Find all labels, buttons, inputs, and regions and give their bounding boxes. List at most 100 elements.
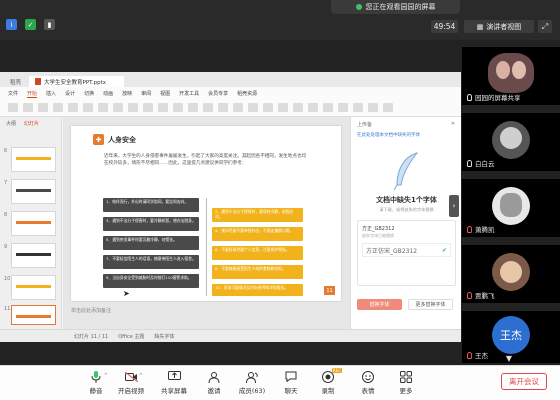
meeting-timer: 49:54 [431, 20, 458, 33]
view-mode-button[interactable]: ▦ 演讲者视图 [464, 20, 534, 33]
tool-icon[interactable] [293, 103, 303, 112]
tool-icon[interactable] [128, 103, 138, 112]
tab-outline[interactable]: 大纲 [6, 120, 16, 127]
slide-thumbnail[interactable]: 10 [4, 275, 56, 300]
menu-item[interactable]: 开始 [27, 90, 38, 98]
microphone-icon [467, 93, 472, 101]
slide-thumbnail-selected[interactable]: 11 [4, 305, 56, 325]
participant-tile[interactable]: 白白云 [462, 113, 560, 171]
tool-icon[interactable] [323, 103, 333, 112]
menu-item[interactable]: 动画 [103, 90, 113, 98]
tool-icon[interactable] [173, 103, 183, 112]
replace-font-button[interactable]: 替换字体 [357, 299, 402, 310]
participant-label: 贾鹏飞 [467, 290, 495, 300]
font-preview[interactable]: 方正仿宋_GB2312 ✔ [362, 243, 451, 257]
microphone-muted-icon [467, 351, 472, 359]
tool-icon[interactable] [278, 103, 288, 112]
leave-meeting-button[interactable]: 离开会议 [501, 373, 547, 390]
participant-tile[interactable]: 萧腾凯 [462, 179, 560, 237]
tab-document[interactable]: 大学生安全教育PPT.pptx [29, 76, 125, 87]
tool-icon[interactable] [98, 103, 108, 112]
tool-icon[interactable] [233, 103, 243, 112]
participant-tile[interactable]: 贾鹏飞 [462, 245, 560, 303]
menu-item[interactable]: 稻壳资源 [237, 90, 257, 98]
toolbar-label: 开启视频 [118, 387, 144, 395]
info-icon[interactable]: i [6, 19, 17, 30]
emoji-button[interactable]: 表情 [351, 370, 385, 398]
tool-icon[interactable] [83, 103, 93, 112]
tool-icon[interactable] [308, 103, 318, 112]
toolbar-label: 静音 [89, 387, 103, 395]
status-bar: 幻灯片 11 / 11 Office 主题 缺失字体 [0, 329, 461, 342]
more-fonts-button[interactable]: 更多替换字体 [408, 299, 453, 310]
tool-icon[interactable] [8, 103, 18, 112]
microphone-muted-icon [467, 225, 472, 233]
signal-icon[interactable]: ▮ [44, 19, 55, 30]
shield-icon[interactable]: ✓ [25, 19, 36, 30]
tool-icon[interactable] [38, 103, 48, 112]
menu-item[interactable]: 切换 [84, 90, 94, 98]
menu-item[interactable]: 会员专享 [208, 90, 228, 98]
menu-item[interactable]: 开发工具 [179, 90, 199, 98]
invite-button[interactable]: 邀请 [197, 370, 231, 398]
menu-item[interactable]: 文件 [8, 90, 18, 98]
tool-icon[interactable] [383, 103, 393, 112]
chevron-up-icon[interactable]: ^ [139, 373, 143, 379]
participant-tile[interactable]: 园园的屏幕共享 [462, 47, 560, 105]
tab-home[interactable]: 稻壳 [4, 76, 27, 87]
tool-icon[interactable] [368, 103, 378, 112]
tool-icon[interactable] [113, 103, 123, 112]
tool-icon[interactable] [338, 103, 348, 112]
thumb-tabs: 大纲 幻灯片 [0, 117, 61, 130]
fullscreen-icon[interactable]: ⤢ [538, 20, 552, 33]
tool-icon[interactable] [218, 103, 228, 112]
tip-card-right: 4、夜间尽量不要单独外出，不要走偏僻小路。 [212, 227, 303, 241]
chevron-down-icon[interactable]: ▼ [500, 354, 518, 364]
thumb-content [16, 285, 51, 288]
notes-placeholder[interactable]: 单击此处添加备注 [71, 307, 111, 314]
tool-icon[interactable] [353, 103, 363, 112]
slide[interactable]: ✚ 人身安全 近年来，大学生的人身侵害事件屡屡发生，引起了大家的高度关注。其起因… [71, 126, 341, 301]
menu-item[interactable]: 放映 [122, 90, 132, 98]
more-button[interactable]: 更多 [389, 370, 423, 398]
video-button[interactable]: ^ 开启视频 [114, 370, 148, 398]
tip-card-right: 10、发现可疑情况及时向老师和学校报告。 [212, 284, 303, 296]
menu-item[interactable]: 设计 [65, 90, 75, 98]
tool-icon[interactable] [53, 103, 63, 112]
tool-icon[interactable] [143, 103, 153, 112]
font-description: 缺失字体已被替换 [362, 233, 394, 238]
menu-item[interactable]: 插入 [46, 90, 56, 98]
tool-icon[interactable] [188, 103, 198, 112]
tip-card-right: 8、不要随意接受陌生人给的食物和饮料。 [212, 265, 303, 279]
close-icon[interactable]: ✕ [451, 121, 455, 128]
record-button[interactable]: REC 录制 [311, 368, 345, 398]
thumb-content [16, 315, 51, 318]
mute-button[interactable]: ^ 静音 [79, 370, 113, 398]
slide-thumbnail[interactable]: 7 [4, 179, 56, 204]
slide-thumbnail[interactable]: 9 [4, 243, 56, 268]
slide-thumbnail[interactable]: 8 [4, 211, 56, 236]
tool-icon[interactable] [68, 103, 78, 112]
tool-icon[interactable] [248, 103, 258, 112]
tool-icon[interactable] [203, 103, 213, 112]
top-status-icons: i ✓ ▮ [6, 19, 55, 30]
menu-item[interactable]: 视图 [160, 90, 170, 98]
tool-icon[interactable] [158, 103, 168, 112]
status-missing-font[interactable]: 缺失字体 [154, 333, 174, 340]
tool-icon[interactable] [23, 103, 33, 112]
share-screen-button[interactable]: 共享屏幕 [157, 370, 191, 398]
menu-item[interactable]: 审阅 [141, 90, 151, 98]
slide-thumbnail[interactable]: 6 [4, 147, 56, 172]
chat-button[interactable]: 聊天 [274, 370, 308, 398]
panel-notice[interactable]: 在此处处理本文档中缺失的字体 [351, 132, 461, 138]
members-button[interactable]: 成员(63) [235, 370, 269, 398]
microphone-icon [467, 159, 472, 167]
collapse-gallery-button[interactable]: › [449, 195, 459, 217]
tab-slides[interactable]: 幻灯片 [24, 120, 39, 127]
tool-icon[interactable] [263, 103, 273, 112]
slide-page-number: 11 [324, 286, 335, 295]
tip-card-right: 2、遇到不法分子侵害时，要保持冷静，机智应对。 [212, 208, 303, 222]
font-name: 方正_GB2312 [362, 226, 395, 232]
participant-name: 园园的屏幕共享 [475, 94, 521, 102]
chevron-up-icon[interactable]: ^ [104, 373, 108, 379]
